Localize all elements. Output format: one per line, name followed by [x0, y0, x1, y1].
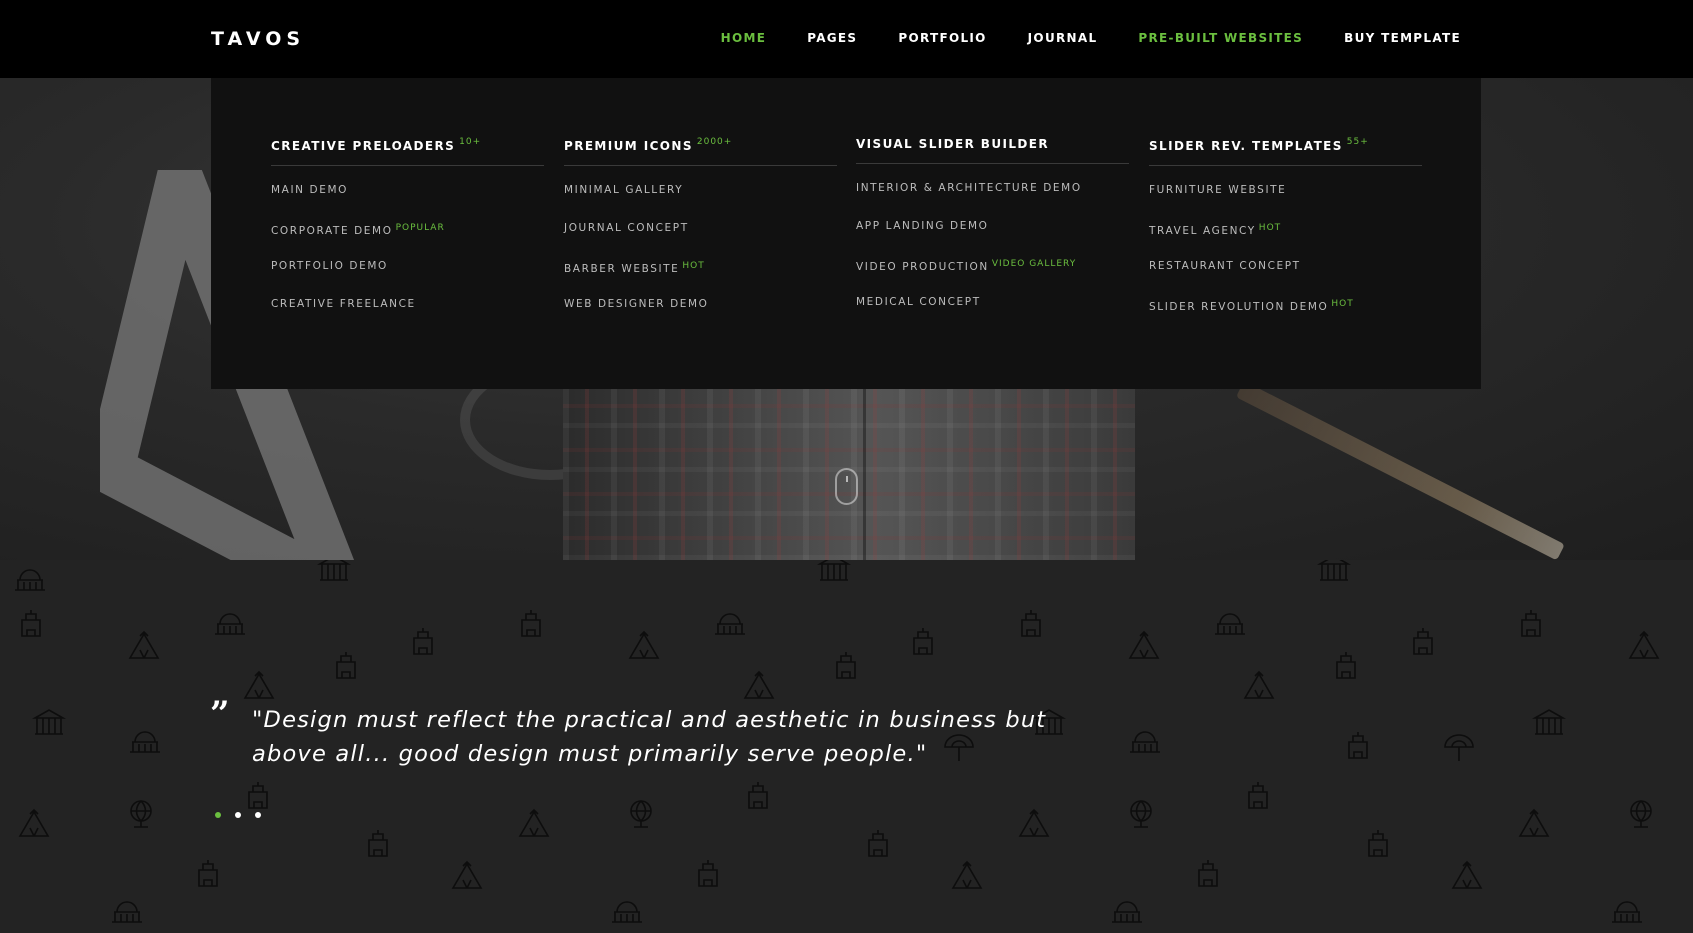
- top-navbar: TAVOS HOME PAGES PORTFOLIO JOURNAL PRE-B…: [0, 0, 1693, 78]
- count-badge: 2000+: [696, 137, 733, 147]
- menu-item-restaurant-concept[interactable]: RESTAURANT CONCEPT: [1149, 256, 1422, 294]
- menu-item-minimal-gallery[interactable]: MINIMAL GALLERY: [564, 180, 837, 218]
- slider-dot-1[interactable]: [215, 812, 221, 818]
- menu-item-web-designer-demo[interactable]: WEB DESIGNER DEMO: [564, 294, 837, 332]
- menu-item-slider-revolution-demo[interactable]: SLIDER REVOLUTION DEMO HOT: [1149, 294, 1422, 332]
- menu-item-barber-website[interactable]: BARBER WEBSITE HOT: [564, 256, 837, 294]
- pencil-image: [1235, 380, 1565, 560]
- menu-column-premium-icons: PREMIUM ICONS 2000+ MINIMAL GALLERY JOURN…: [564, 137, 837, 332]
- nav-portfolio[interactable]: PORTFOLIO: [898, 31, 986, 45]
- menu-item-interior-architecture[interactable]: INTERIOR & ARCHITECTURE DEMO: [856, 178, 1129, 216]
- menu-item-main-demo[interactable]: MAIN DEMO: [271, 180, 544, 218]
- menu-column-preloaders: CREATIVE PRELOADERS 10+ MAIN DEMO CORPORA…: [271, 137, 544, 332]
- hot-badge: HOT: [1331, 299, 1354, 309]
- count-badge: 55+: [1346, 137, 1369, 147]
- slider-dot-2[interactable]: [235, 812, 241, 818]
- menu-item-travel-agency[interactable]: TRAVEL AGENCY HOT: [1149, 218, 1422, 256]
- count-badge: 10+: [459, 137, 482, 147]
- video-gallery-badge: VIDEO GALLERY: [991, 259, 1077, 269]
- mouse-scroll-icon[interactable]: [835, 468, 858, 505]
- nav-buy-template[interactable]: BUY TEMPLATE: [1344, 31, 1461, 45]
- testimonial-quote: "Design must reflect the practical and a…: [252, 703, 1072, 771]
- logo[interactable]: TAVOS: [211, 28, 305, 50]
- nav-pre-built-websites[interactable]: PRE-BUILT WEBSITES: [1138, 31, 1303, 45]
- menu-column-title: VISUAL SLIDER BUILDER: [856, 137, 1129, 164]
- nav-home[interactable]: HOME: [721, 31, 767, 45]
- quote-line: "Design must reflect the practical and a…: [252, 707, 1047, 733]
- popular-badge: POPULAR: [395, 223, 445, 233]
- slider-pagination: [215, 812, 261, 818]
- testimonial-section: ” "Design must reflect the practical and…: [0, 560, 1693, 933]
- menu-column-title: PREMIUM ICONS 2000+: [564, 137, 837, 166]
- menu-column-title: SLIDER REV. TEMPLATES 55+: [1149, 137, 1422, 166]
- quote-line: above all... good design must primarily …: [252, 741, 928, 767]
- menu-item-portfolio-demo[interactable]: PORTFOLIO DEMO: [271, 256, 544, 294]
- quote-icon: ”: [210, 694, 230, 734]
- menu-column-visual-slider: VISUAL SLIDER BUILDER INTERIOR & ARCHITE…: [856, 137, 1129, 330]
- hot-badge: HOT: [682, 261, 705, 271]
- hot-badge: HOT: [1258, 223, 1282, 233]
- menu-item-corporate-demo[interactable]: CORPORATE DEMO POPULAR: [271, 218, 544, 256]
- menu-item-app-landing[interactable]: APP LANDING DEMO: [856, 216, 1129, 254]
- menu-column-title: CREATIVE PRELOADERS 10+: [271, 137, 544, 166]
- menu-item-medical-concept[interactable]: MEDICAL CONCEPT: [856, 292, 1129, 330]
- menu-item-video-production[interactable]: VIDEO PRODUCTION VIDEO GALLERY: [856, 254, 1129, 292]
- menu-column-slider-rev: SLIDER REV. TEMPLATES 55+ FURNITURE WEBSI…: [1149, 137, 1422, 332]
- main-nav: HOME PAGES PORTFOLIO JOURNAL PRE-BUILT W…: [680, 31, 1461, 45]
- menu-item-creative-freelance[interactable]: CREATIVE FREELANCE: [271, 294, 544, 332]
- nav-pages[interactable]: PAGES: [807, 31, 857, 45]
- slider-dot-3[interactable]: [255, 812, 261, 818]
- nav-journal[interactable]: JOURNAL: [1028, 31, 1098, 45]
- menu-item-furniture-website[interactable]: FURNITURE WEBSITE: [1149, 180, 1422, 218]
- mega-menu-dropdown: CREATIVE PRELOADERS 10+ MAIN DEMO CORPORA…: [211, 78, 1481, 389]
- menu-item-journal-concept[interactable]: JOURNAL CONCEPT: [564, 218, 837, 256]
